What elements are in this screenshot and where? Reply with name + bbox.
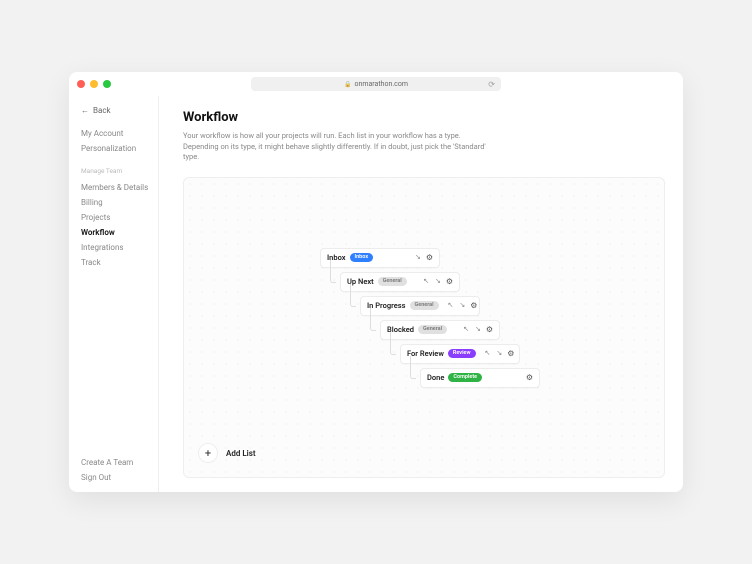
minimize-window-button[interactable] — [90, 80, 98, 88]
sidebar-item-create-team[interactable]: Create A Team — [81, 458, 152, 467]
gear-icon[interactable]: ⚙ — [526, 373, 533, 382]
window-controls — [77, 80, 111, 88]
workflow-card-label: Done — [427, 373, 444, 382]
move-down-icon[interactable]: ↘ — [414, 254, 422, 261]
sidebar-section-team: Manage Team Members & Details Billing Pr… — [81, 167, 152, 267]
workflow-card-tag: General — [378, 277, 407, 286]
sidebar-item-track[interactable]: Track — [81, 258, 152, 267]
sidebar-item-workflow[interactable]: Workflow — [81, 228, 152, 237]
lock-icon: 🔒 — [344, 81, 351, 88]
app-window: 🔒 onmarathon.com ⟳ ← Back My Account Per… — [69, 72, 683, 492]
url-bar[interactable]: 🔒 onmarathon.com ⟳ — [251, 77, 501, 91]
move-down-icon[interactable]: ↘ — [434, 278, 442, 285]
workflow-card-tag: General — [410, 301, 439, 310]
move-down-icon[interactable]: ↘ — [458, 302, 466, 309]
back-link[interactable]: ← Back — [81, 106, 152, 115]
move-up-icon[interactable]: ↖ — [484, 350, 492, 357]
sidebar-item-sign-out[interactable]: Sign Out — [81, 473, 152, 482]
gear-icon[interactable]: ⚙ — [426, 253, 433, 262]
move-up-icon[interactable]: ↖ — [462, 326, 470, 333]
move-up-icon[interactable]: ↖ — [422, 278, 430, 285]
workflow-row: InboxInbox↘⚙ — [304, 248, 540, 272]
reload-icon[interactable]: ⟳ — [488, 80, 495, 89]
content-area: ← Back My Account Personalization Manage… — [69, 96, 683, 492]
gear-icon[interactable]: ⚙ — [446, 277, 453, 286]
arrow-left-icon: ← — [81, 106, 89, 115]
gear-icon[interactable]: ⚙ — [470, 301, 477, 310]
sidebar-item-projects[interactable]: Projects — [81, 213, 152, 222]
move-down-icon[interactable]: ↘ — [495, 350, 503, 357]
sidebar: ← Back My Account Personalization Manage… — [69, 96, 159, 492]
workflow-flow: InboxInbox↘⚙Up NextGeneral↖↘⚙In Progress… — [304, 248, 540, 392]
workflow-card[interactable]: In ProgressGeneral↖↘⚙ — [360, 296, 480, 316]
move-up-icon[interactable]: ↖ — [447, 302, 455, 309]
workflow-card-tag: Review — [448, 349, 476, 358]
workflow-card[interactable]: Done Complete ⚙ — [420, 368, 540, 388]
workflow-row: Done Complete ⚙ — [404, 368, 540, 392]
sidebar-section-personal: My Account Personalization — [81, 129, 152, 153]
workflow-card-tag: Inbox — [350, 253, 374, 262]
close-window-button[interactable] — [77, 80, 85, 88]
workflow-row: For ReviewReview↖↘⚙ — [384, 344, 540, 368]
page-title: Workflow — [183, 110, 665, 125]
sidebar-item-members[interactable]: Members & Details — [81, 183, 152, 192]
workflow-row: Up NextGeneral↖↘⚙ — [324, 272, 540, 296]
workflow-card[interactable]: Up NextGeneral↖↘⚙ — [340, 272, 460, 292]
workflow-card[interactable]: For ReviewReview↖↘⚙ — [400, 344, 520, 364]
move-down-icon[interactable]: ↘ — [474, 326, 482, 333]
sidebar-footer: Create A Team Sign Out — [81, 458, 152, 482]
page-description: Your workflow is how all your projects w… — [183, 131, 493, 163]
gear-icon[interactable]: ⚙ — [507, 349, 514, 358]
workflow-card-tag: Complete — [448, 373, 482, 382]
url-text: onmarathon.com — [354, 80, 408, 88]
maximize-window-button[interactable] — [103, 80, 111, 88]
sidebar-item-billing[interactable]: Billing — [81, 198, 152, 207]
add-list-control[interactable]: + Add List — [198, 443, 256, 463]
main-panel: Workflow Your workflow is how all your p… — [159, 96, 683, 492]
gear-icon[interactable]: ⚙ — [486, 325, 493, 334]
sidebar-item-integrations[interactable]: Integrations — [81, 243, 152, 252]
workflow-card[interactable]: InboxInbox↘⚙ — [320, 248, 440, 268]
plus-icon[interactable]: + — [198, 443, 218, 463]
workflow-card-tag: General — [418, 325, 447, 334]
back-label: Back — [93, 106, 111, 115]
sidebar-item-my-account[interactable]: My Account — [81, 129, 152, 138]
sidebar-item-personalization[interactable]: Personalization — [81, 144, 152, 153]
workflow-canvas[interactable]: InboxInbox↘⚙Up NextGeneral↖↘⚙In Progress… — [183, 177, 665, 479]
workflow-card[interactable]: BlockedGeneral↖↘⚙ — [380, 320, 500, 340]
add-list-label: Add List — [226, 449, 256, 458]
titlebar: 🔒 onmarathon.com ⟳ — [69, 72, 683, 96]
sidebar-section-team-label: Manage Team — [81, 167, 152, 175]
